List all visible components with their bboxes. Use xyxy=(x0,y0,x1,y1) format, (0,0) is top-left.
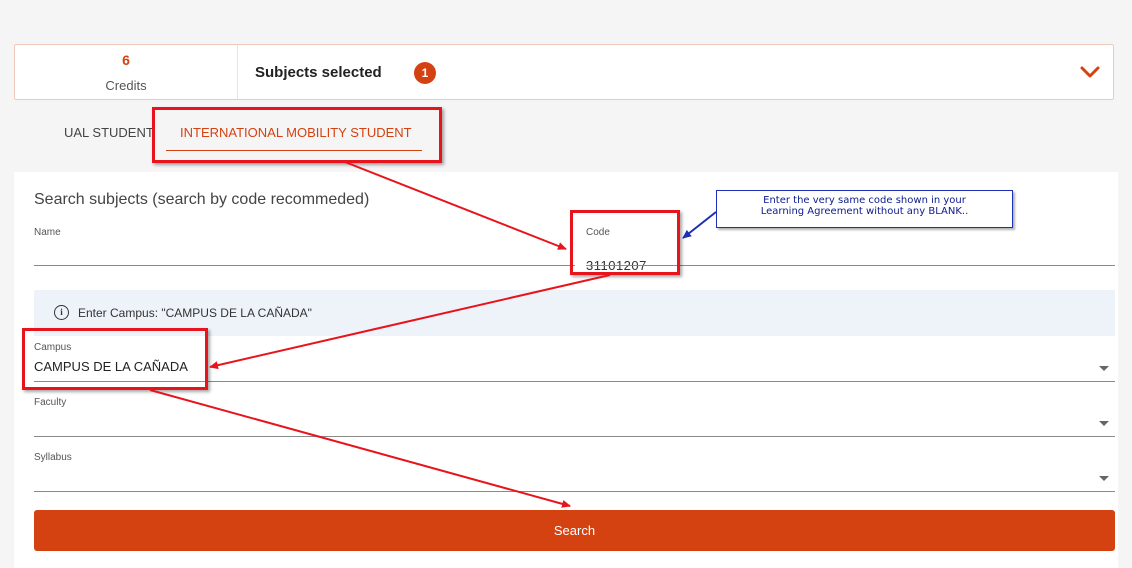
credits-value: 6 xyxy=(122,52,130,68)
campus-dropdown-arrow-icon[interactable] xyxy=(1099,366,1109,371)
callout-line-1: Enter the very same code shown in your xyxy=(763,195,966,206)
faculty-field-underline xyxy=(34,436,1115,437)
name-field-label: Name xyxy=(34,227,61,238)
search-button[interactable]: Search xyxy=(34,510,1115,551)
credits-box: 6 Credits xyxy=(15,45,238,99)
name-input[interactable] xyxy=(34,242,574,266)
highlight-box-campus xyxy=(22,328,208,390)
subjects-selected-label: Subjects selected xyxy=(255,64,382,81)
code-instruction-callout: Enter the very same code shown in your L… xyxy=(716,190,1013,228)
highlight-box-code xyxy=(570,210,680,275)
callout-line-2: Learning Agreement without any BLANK.. xyxy=(760,206,969,217)
chevron-down-icon[interactable] xyxy=(1079,63,1101,81)
credits-label: Credits xyxy=(105,78,147,93)
info-circle-icon: i xyxy=(54,305,69,320)
syllabus-field-label: Syllabus xyxy=(34,452,72,463)
name-field-underline xyxy=(34,265,575,266)
subjects-summary-bar[interactable]: 6 Credits Subjects selected 1 xyxy=(14,44,1114,100)
syllabus-field-underline xyxy=(34,491,1115,492)
faculty-select[interactable] xyxy=(34,412,1115,436)
search-form-title: Search subjects (search by code recommed… xyxy=(34,191,370,208)
highlight-box-tab xyxy=(152,107,442,163)
campus-info-text: Enter Campus: "CAMPUS DE LA CAÑADA" xyxy=(78,306,312,320)
tab-ual-student[interactable]: UAL STUDENT xyxy=(64,125,154,140)
syllabus-dropdown-arrow-icon[interactable] xyxy=(1099,476,1109,481)
syllabus-select[interactable] xyxy=(34,467,1115,491)
faculty-dropdown-arrow-icon[interactable] xyxy=(1099,421,1109,426)
faculty-field-label: Faculty xyxy=(34,397,67,408)
subjects-count-badge: 1 xyxy=(414,62,436,84)
